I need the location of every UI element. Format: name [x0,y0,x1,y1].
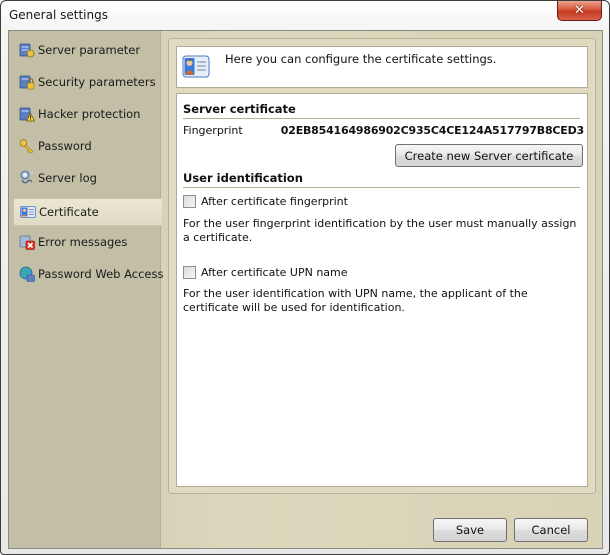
globe-icon [19,266,35,282]
sidebar-item-server-parameter[interactable]: Server parameter [13,37,161,63]
checkbox-label: After certificate UPN name [201,266,348,279]
sidebar-item-label: Server parameter [38,43,141,57]
certificate-card-icon [20,206,36,218]
certificate-settings-box: Server certificate Fingerprint 02EB85416… [176,93,588,487]
upn-option-description: For the user identification with UPN nam… [183,287,528,314]
checkbox-label: After certificate fingerprint [201,195,348,208]
dialog-body: Server parameter Security parameters Hac… [8,30,603,549]
create-server-certificate-button[interactable]: Create new Server certificate [395,144,583,167]
info-header-text: Here you can configure the certificate s… [225,52,497,66]
window-title: General settings [9,8,108,22]
sidebar-item-certificate[interactable]: Certificate [13,198,162,226]
info-header: Here you can configure the certificate s… [176,46,588,88]
fingerprint-label: Fingerprint [183,124,243,137]
fingerprint-value: 02EB854164986902C935C4CE124A517797B8CED3 [280,124,584,137]
sidebar-item-label: Password [38,139,92,153]
upn-option-checkbox[interactable]: After certificate UPN name [183,266,348,279]
section-divider [183,187,580,188]
sidebar-item-label: Hacker protection [38,107,141,121]
sidebar-item-label: Error messages [38,235,128,249]
sidebar: Server parameter Security parameters Hac… [9,31,164,548]
security-lock-icon [19,75,35,90]
close-button[interactable]: ✕ [557,1,602,21]
sidebar-item-security-parameters[interactable]: Security parameters [13,69,161,95]
save-button[interactable]: Save [433,518,507,542]
sidebar-item-label: Security parameters [38,75,156,89]
server-parameter-icon [19,43,35,58]
sidebar-item-label: Password Web Access [38,267,164,281]
close-icon: ✕ [574,3,585,18]
user-identification-heading: User identification [183,171,303,185]
content-panel: Here you can configure the certificate s… [168,38,596,494]
sidebar-item-label: Server log [38,171,97,185]
warning-server-icon [19,107,35,122]
general-settings-dialog: General settings ✕ Server parameter Secu… [0,0,610,555]
sidebar-item-label: Certificate [39,205,99,219]
cancel-button[interactable]: Cancel [514,518,588,542]
sidebar-item-error-messages[interactable]: Error messages [13,229,161,255]
checkbox[interactable] [183,266,196,279]
server-certificate-heading: Server certificate [183,102,296,116]
sidebar-item-password-web-access[interactable]: Password Web Access [13,261,164,287]
error-icon [19,235,35,250]
sidebar-item-password[interactable]: Password [13,133,161,159]
fingerprint-option-checkbox[interactable]: After certificate fingerprint [183,195,348,208]
checkbox[interactable] [183,195,196,208]
server-log-icon [20,170,33,184]
fingerprint-option-description: For the user fingerprint identification … [183,217,577,244]
certificate-card-icon [182,55,210,78]
title-bar[interactable]: General settings ✕ [1,1,609,31]
key-icon [19,139,34,154]
sidebar-item-hacker-protection[interactable]: Hacker protection [13,101,161,127]
sidebar-item-server-log[interactable]: Server log [13,165,161,191]
section-divider [183,118,580,119]
